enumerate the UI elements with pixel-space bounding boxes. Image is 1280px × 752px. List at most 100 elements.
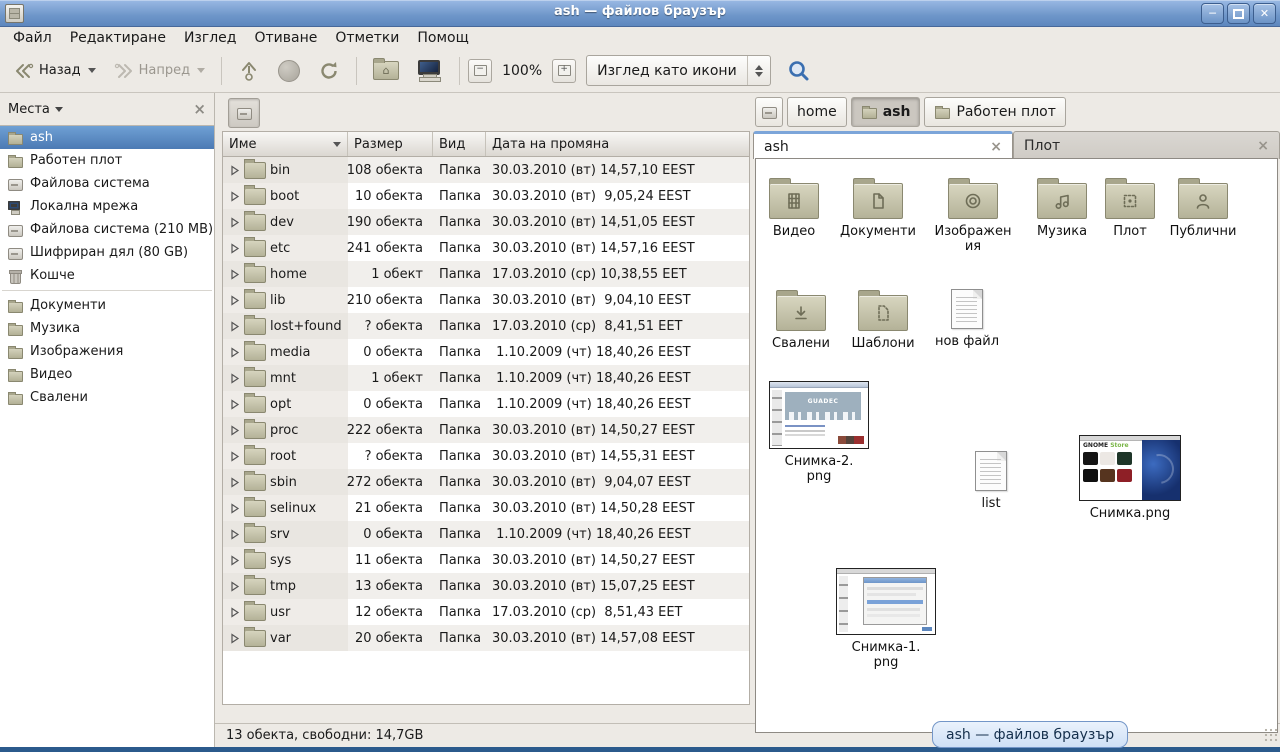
expander-icon[interactable]: [229, 191, 240, 202]
tree-row[interactable]: sys11 обектаПапка30.03.2010 (вт) 14,50,2…: [223, 547, 749, 573]
tree-row[interactable]: lib210 обектаПапка30.03.2010 (вт) 9,04,1…: [223, 287, 749, 313]
icon-view-item[interactable]: Изображения: [933, 177, 1013, 254]
column-header-name[interactable]: Име: [223, 132, 348, 156]
sidebar-item[interactable]: Видео: [0, 363, 214, 386]
tree-row[interactable]: root? обектаПапка30.03.2010 (вт) 14,55,3…: [223, 443, 749, 469]
sidebar-item[interactable]: Музика: [0, 317, 214, 340]
breadcrumb-root-button[interactable]: [755, 97, 783, 127]
reload-button[interactable]: [310, 54, 348, 87]
tree-row[interactable]: dev190 обектаПапка30.03.2010 (вт) 14,51,…: [223, 209, 749, 235]
tree-row[interactable]: proc222 обектаПапка30.03.2010 (вт) 14,50…: [223, 417, 749, 443]
places-header-dropdown-icon[interactable]: [55, 107, 63, 112]
search-button[interactable]: [779, 54, 819, 87]
expander-icon[interactable]: [229, 633, 240, 644]
icon-view-item[interactable]: GNOME StoreСнимка.png: [1074, 435, 1186, 521]
places-header-label[interactable]: Места: [8, 102, 50, 117]
expander-icon[interactable]: [229, 165, 240, 176]
icon-view-item[interactable]: Снимка-1.png: [835, 568, 937, 670]
tree-row[interactable]: selinux21 обектаПапка30.03.2010 (вт) 14,…: [223, 495, 749, 521]
forward-button[interactable]: Напред: [106, 54, 213, 87]
up-button[interactable]: [230, 54, 268, 87]
icon-view-item[interactable]: Свалени: [757, 289, 845, 351]
tree-row[interactable]: media0 обектаПапка 1.10.2009 (чт) 18,40,…: [223, 339, 749, 365]
menu-file[interactable]: Файл: [4, 28, 61, 48]
zoom-out-button[interactable]: −: [468, 59, 492, 83]
tree-row[interactable]: boot10 обектаПапка30.03.2010 (вт) 9,05,2…: [223, 183, 749, 209]
expander-icon[interactable]: [229, 399, 240, 410]
resize-grip[interactable]: [1264, 728, 1278, 742]
taskbar-window-button[interactable]: ash — файлов браузър: [932, 721, 1128, 748]
column-header-date[interactable]: Дата на промяна: [486, 132, 749, 156]
tree-row[interactable]: bin108 обектаПапка30.03.2010 (вт) 14,57,…: [223, 157, 749, 183]
icon-view-item[interactable]: Плот: [1098, 177, 1162, 239]
sidebar-item[interactable]: Кошче: [0, 264, 214, 287]
forward-dropdown-icon[interactable]: [197, 68, 205, 73]
expander-icon[interactable]: [229, 477, 240, 488]
zoom-in-button[interactable]: +: [552, 59, 576, 83]
view-mode-spinner[interactable]: [747, 56, 770, 85]
expander-icon[interactable]: [229, 581, 240, 592]
breadcrumb-home-button[interactable]: home: [787, 97, 847, 127]
tree-row[interactable]: sbin272 обектаПапка30.03.2010 (вт) 9,04,…: [223, 469, 749, 495]
expander-icon[interactable]: [229, 269, 240, 280]
sidebar-item[interactable]: Свалени: [0, 386, 214, 409]
menu-edit[interactable]: Редактиране: [61, 28, 175, 48]
back-dropdown-icon[interactable]: [88, 68, 96, 73]
icon-view-item[interactable]: Шаблони: [841, 289, 925, 351]
tree-row[interactable]: home1 обектПапка17.03.2010 (ср) 10,38,55…: [223, 261, 749, 287]
tree-row[interactable]: tmp13 обектаПапка30.03.2010 (вт) 15,07,2…: [223, 573, 749, 599]
maximize-button[interactable]: [1227, 3, 1250, 24]
menu-view[interactable]: Изглед: [175, 28, 246, 48]
back-button[interactable]: Назад: [6, 54, 104, 87]
sidebar-item[interactable]: ash: [0, 126, 214, 149]
minimize-button[interactable]: ─: [1201, 3, 1224, 24]
tree-row[interactable]: var20 обектаПапка30.03.2010 (вт) 14,57,0…: [223, 625, 749, 651]
expander-icon[interactable]: [229, 243, 240, 254]
expander-icon[interactable]: [229, 425, 240, 436]
sidebar-item[interactable]: Шифриран дял (80 GB): [0, 241, 214, 264]
sidebar-item[interactable]: Файлова система: [0, 172, 214, 195]
tab-plot[interactable]: Плот ×: [1013, 131, 1280, 159]
tab-close-icon[interactable]: ×: [1257, 138, 1269, 154]
expander-icon[interactable]: [229, 529, 240, 540]
breadcrumb-desktop-button[interactable]: Работен плот: [924, 97, 1065, 127]
icon-view-item[interactable]: Видео: [750, 177, 838, 239]
expander-icon[interactable]: [229, 347, 240, 358]
expander-icon[interactable]: [229, 217, 240, 228]
sidebar-item[interactable]: Локална мрежа: [0, 195, 214, 218]
expander-icon[interactable]: [229, 607, 240, 618]
icon-view-item[interactable]: Документи: [830, 177, 926, 239]
expander-icon[interactable]: [229, 555, 240, 566]
icon-view-item[interactable]: list: [961, 451, 1021, 511]
expander-icon[interactable]: [229, 373, 240, 384]
close-button[interactable]: ✕: [1253, 3, 1276, 24]
tree-row[interactable]: usr12 обектаПапка17.03.2010 (ср) 8,51,43…: [223, 599, 749, 625]
view-mode-select[interactable]: Изглед като икони: [586, 55, 771, 86]
tree-row[interactable]: lost+found? обектаПапка17.03.2010 (ср) 8…: [223, 313, 749, 339]
tab-close-icon[interactable]: ×: [990, 139, 1002, 155]
filesystem-path-button[interactable]: [228, 98, 260, 128]
expander-icon[interactable]: [229, 503, 240, 514]
tree-row[interactable]: srv0 обектаПапка 1.10.2009 (чт) 18,40,26…: [223, 521, 749, 547]
icon-view-item[interactable]: Публични: [1157, 177, 1249, 239]
menu-bookmarks[interactable]: Отметки: [326, 28, 408, 48]
expander-icon[interactable]: [229, 321, 240, 332]
tree-row[interactable]: mnt1 обектПапка 1.10.2009 (чт) 18,40,26 …: [223, 365, 749, 391]
tab-ash[interactable]: ash ×: [753, 131, 1013, 159]
sidebar-item[interactable]: Документи: [0, 294, 214, 317]
sidebar-item[interactable]: Файлова система (210 MB): [0, 218, 214, 241]
computer-button[interactable]: [409, 54, 451, 87]
home-button[interactable]: ⌂: [365, 54, 407, 87]
icon-view-item[interactable]: GUADECСнимка-2.png: [768, 381, 870, 484]
titlebar[interactable]: ash — файлов браузър ─ ✕: [0, 0, 1280, 27]
expander-icon[interactable]: [229, 295, 240, 306]
menu-help[interactable]: Помощ: [408, 28, 477, 48]
tree-row[interactable]: opt0 обектаПапка 1.10.2009 (чт) 18,40,26…: [223, 391, 749, 417]
icon-view[interactable]: ВидеоДокументиИзображенияМузикаПлотПубли…: [755, 158, 1278, 733]
column-header-kind[interactable]: Вид: [433, 132, 486, 156]
icon-view-item[interactable]: Музика: [1020, 177, 1104, 239]
column-header-size[interactable]: Размер: [348, 132, 433, 156]
stop-button[interactable]: [270, 54, 308, 87]
places-close-icon[interactable]: ×: [193, 100, 206, 118]
menu-go[interactable]: Отиване: [245, 28, 326, 48]
